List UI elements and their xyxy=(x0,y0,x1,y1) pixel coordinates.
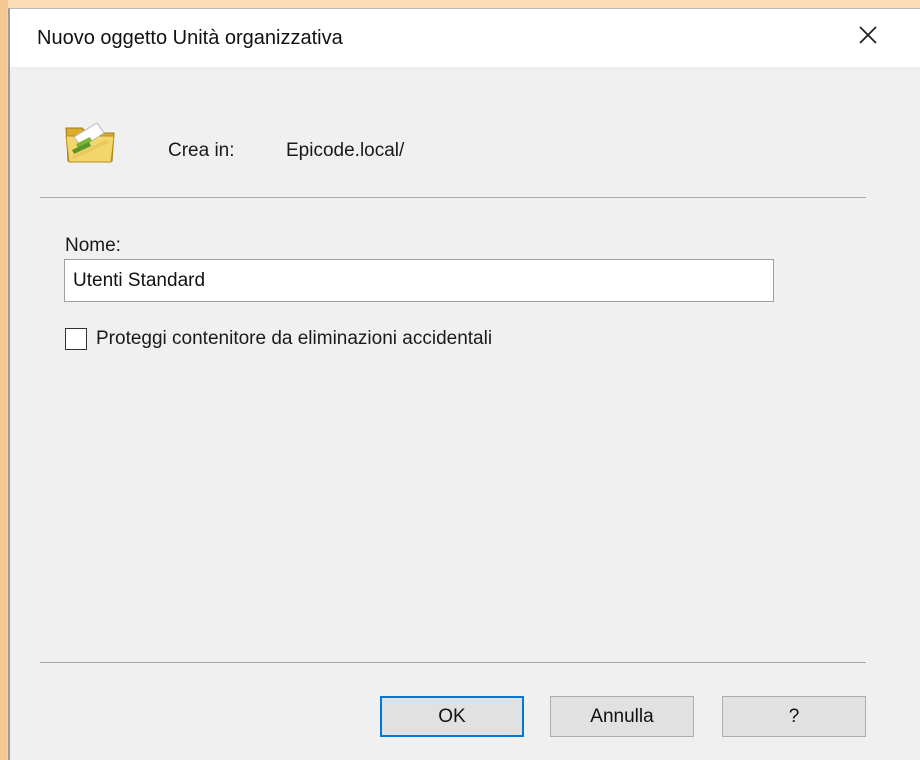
create-in-path: Epicode.local/ xyxy=(286,140,405,161)
dialog-title-bar: Nuovo oggetto Unità organizzativa xyxy=(10,9,920,67)
protect-container-option[interactable]: Proteggi contenitore da eliminazioni acc… xyxy=(65,325,492,353)
close-icon xyxy=(859,26,877,44)
help-button[interactable]: ? xyxy=(722,696,866,737)
protect-container-label: Proteggi contenitore da eliminazioni acc… xyxy=(96,328,493,349)
dialog-title: Nuovo oggetto Unità organizzativa xyxy=(37,27,343,49)
protect-container-checkbox[interactable] xyxy=(65,328,87,350)
ok-button[interactable]: OK xyxy=(380,696,524,737)
name-input[interactable] xyxy=(64,259,774,302)
cancel-button[interactable]: Annulla xyxy=(550,696,694,737)
new-ou-dialog: Nuovo oggetto Unità organizzativa Crea i… xyxy=(8,8,920,760)
organizational-unit-folder-icon xyxy=(62,117,118,167)
bottom-separator xyxy=(40,662,866,663)
create-in-header: Crea in: Epicode.local/ xyxy=(10,67,920,197)
background-window-edge xyxy=(0,0,8,760)
create-in-label: Crea in: xyxy=(168,140,235,161)
close-button[interactable] xyxy=(854,21,882,49)
top-separator xyxy=(40,197,866,198)
screenshot-page: Nuovo oggetto Unità organizzativa Crea i… xyxy=(0,0,920,760)
name-label: Nome: xyxy=(65,235,121,256)
